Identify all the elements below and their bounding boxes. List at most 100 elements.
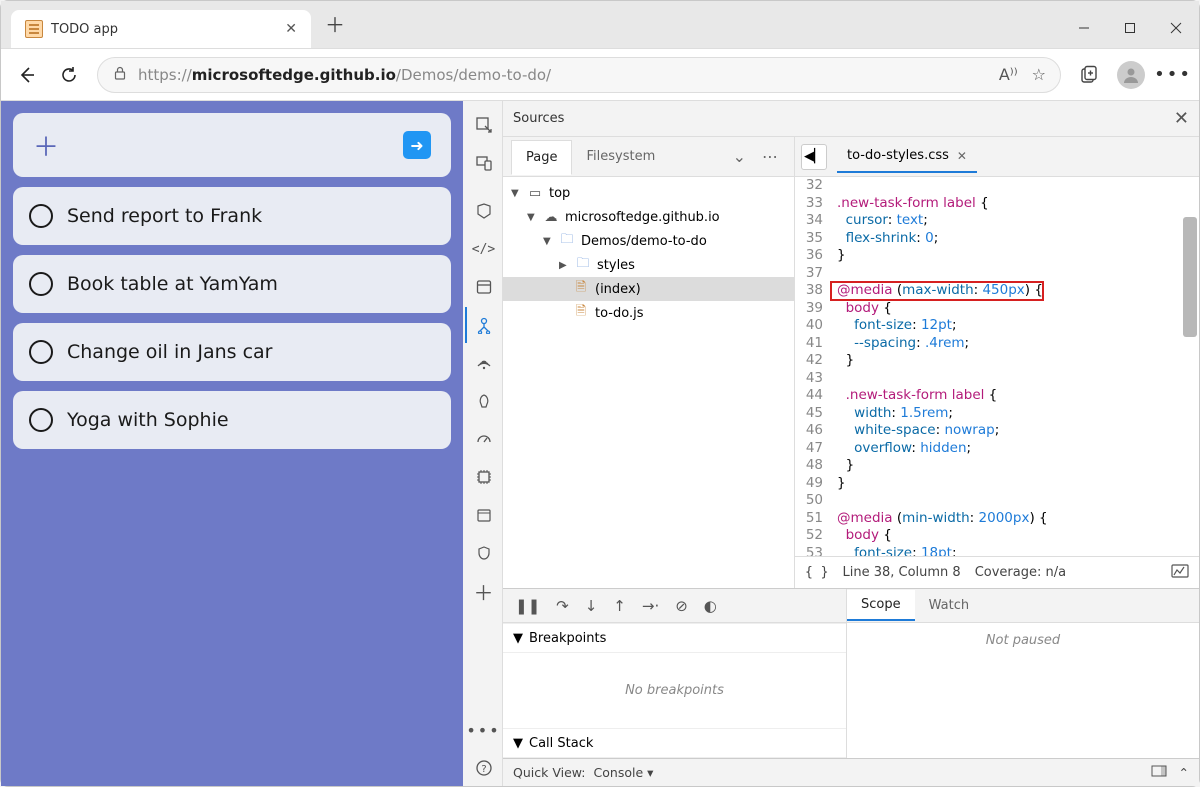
code-line[interactable]: 36} (795, 247, 1199, 265)
refresh-button[interactable] (55, 61, 83, 89)
tree-index[interactable]: 🗎(index) (503, 277, 794, 301)
code-line[interactable]: 51@media (min-width: 2000px) { (795, 510, 1199, 528)
code-line[interactable]: 33.new-task-form label { (795, 195, 1199, 213)
pretty-print-icon[interactable]: { } (805, 565, 828, 580)
debugger-toolbar: ❚❚ ↷ ↓ ↑ →· ⊘ ◐ (503, 589, 846, 623)
code-line[interactable]: 45 width: 1.5rem; (795, 405, 1199, 423)
quickview-select[interactable]: Console ▾ (594, 765, 654, 780)
task-item[interactable]: Yoga with Sophie (13, 391, 451, 449)
close-button[interactable] (1153, 8, 1199, 48)
address-bar[interactable]: https://microsoftedge.github.io/Demos/de… (97, 57, 1061, 93)
calendar-icon[interactable] (465, 497, 501, 533)
quickview-bar: Quick View: Console ▾ ⌃ (503, 758, 1199, 786)
code-line[interactable]: 43 (795, 370, 1199, 388)
tree-styles[interactable]: ▶🗀styles (503, 253, 794, 277)
step-icon[interactable]: →· (642, 597, 659, 615)
task-item[interactable]: Book table at YamYam (13, 255, 451, 313)
network-icon[interactable] (465, 345, 501, 381)
editor-filename: to-do-styles.css (847, 148, 949, 163)
minimize-button[interactable] (1061, 8, 1107, 48)
favorite-icon[interactable]: ☆ (1032, 65, 1046, 84)
menu-button[interactable]: ••• (1159, 61, 1187, 89)
code-line[interactable]: 53 font-size: 18pt; (795, 545, 1199, 557)
tree-top[interactable]: ▼▭top (503, 181, 794, 205)
lighthouse-icon[interactable] (465, 383, 501, 419)
tree-folder[interactable]: ▼🗀Demos/demo-to-do (503, 229, 794, 253)
memory-icon[interactable] (465, 459, 501, 495)
application-icon[interactable] (465, 269, 501, 305)
navigator-more-icon[interactable]: ⋯ (754, 147, 786, 166)
submit-arrow-icon[interactable]: ➜ (403, 131, 431, 159)
code-editor[interactable]: 3233.new-task-form label {34 cursor: tex… (795, 177, 1199, 556)
browser-tab[interactable]: TODO app ✕ (11, 10, 311, 48)
tree-js[interactable]: 🗎to-do.js (503, 301, 794, 325)
editor-tab[interactable]: to-do-styles.css ✕ (837, 140, 977, 173)
tree-host[interactable]: ▼☁microsoftedge.github.io (503, 205, 794, 229)
deactivate-breakpoints-icon[interactable]: ⊘ (675, 597, 688, 615)
code-line[interactable]: 35 flex-shrink: 0; (795, 230, 1199, 248)
code-line[interactable]: 50 (795, 492, 1199, 510)
code-line[interactable]: 46 white-space: nowrap; (795, 422, 1199, 440)
tab-close-icon[interactable]: ✕ (285, 21, 297, 37)
elements-icon[interactable] (465, 193, 501, 229)
quickview-chevron-icon[interactable]: ⌃ (1179, 765, 1189, 780)
code-line[interactable]: 52 body { (795, 527, 1199, 545)
task-item[interactable]: Send report to Frank (13, 187, 451, 245)
scope-tab[interactable]: Scope (847, 590, 915, 621)
dock-icon[interactable] (1151, 765, 1167, 780)
task-item[interactable]: Change oil in Jans car (13, 323, 451, 381)
code-line[interactable]: 48 } (795, 457, 1199, 475)
task-checkbox[interactable] (29, 340, 53, 364)
code-line[interactable]: 44 .new-task-form label { (795, 387, 1199, 405)
code-line[interactable]: 40 font-size: 12pt; (795, 317, 1199, 335)
favicon-icon (25, 20, 43, 38)
settings-ellipsis-icon[interactable]: ••• (465, 712, 501, 748)
task-checkbox[interactable] (29, 272, 53, 296)
maximize-button[interactable] (1107, 8, 1153, 48)
code-line[interactable]: 39 body { (795, 300, 1199, 318)
editor-tab-close-icon[interactable]: ✕ (957, 149, 967, 163)
sources-icon[interactable] (465, 307, 501, 343)
new-task-form[interactable]: ＋ ➜ (13, 113, 451, 177)
pause-exceptions-icon[interactable]: ◐ (704, 597, 717, 615)
security-icon[interactable] (465, 535, 501, 571)
callstack-header[interactable]: ▼Call Stack (503, 728, 846, 758)
devtools-close-icon[interactable]: ✕ (1174, 108, 1189, 129)
filesystem-tab[interactable]: Filesystem (572, 140, 669, 173)
step-into-icon[interactable]: ↓ (585, 597, 598, 615)
performance-icon[interactable] (465, 421, 501, 457)
help-icon[interactable]: ? (465, 750, 501, 786)
page-tab[interactable]: Page (511, 140, 572, 175)
editor-nav-icon[interactable]: ◀▏ (801, 144, 827, 170)
code-line[interactable]: 41 --spacing: .4rem; (795, 335, 1199, 353)
console-icon[interactable]: </> (465, 231, 501, 267)
code-line[interactable]: 38@media (max-width: 450px) { (795, 282, 1199, 300)
editor-scrollbar[interactable] (1183, 217, 1197, 337)
plus-icon: ＋ (33, 127, 59, 164)
task-checkbox[interactable] (29, 204, 53, 228)
code-line[interactable]: 49} (795, 475, 1199, 493)
back-button[interactable] (13, 61, 41, 89)
device-icon[interactable] (465, 145, 501, 181)
new-tab-button[interactable]: ＋ (311, 0, 359, 48)
inspect-icon[interactable] (465, 107, 501, 143)
navigator-chevron-icon[interactable]: ⌄ (725, 147, 754, 166)
step-over-icon[interactable]: ↷ (556, 597, 569, 615)
code-line[interactable]: 42 } (795, 352, 1199, 370)
editor-statusbar: { } Line 38, Column 8 Coverage: n/a (795, 556, 1199, 588)
debugger-panel: ❚❚ ↷ ↓ ↑ →· ⊘ ◐ ▼Breakpoints No breakpoi… (503, 588, 1199, 758)
pause-icon[interactable]: ❚❚ (515, 597, 540, 615)
step-out-icon[interactable]: ↑ (613, 597, 626, 615)
watch-tab[interactable]: Watch (915, 591, 983, 620)
source-map-icon[interactable] (1171, 564, 1189, 582)
read-aloud-icon[interactable]: A⁾⁾ (999, 65, 1018, 84)
more-tools-icon[interactable]: ＋ (465, 573, 501, 609)
breakpoints-header[interactable]: ▼Breakpoints (503, 623, 846, 653)
code-line[interactable]: 32 (795, 177, 1199, 195)
collections-icon[interactable] (1075, 61, 1103, 89)
code-line[interactable]: 47 overflow: hidden; (795, 440, 1199, 458)
code-line[interactable]: 34 cursor: text; (795, 212, 1199, 230)
code-line[interactable]: 37 (795, 265, 1199, 283)
task-checkbox[interactable] (29, 408, 53, 432)
profile-avatar[interactable] (1117, 61, 1145, 89)
